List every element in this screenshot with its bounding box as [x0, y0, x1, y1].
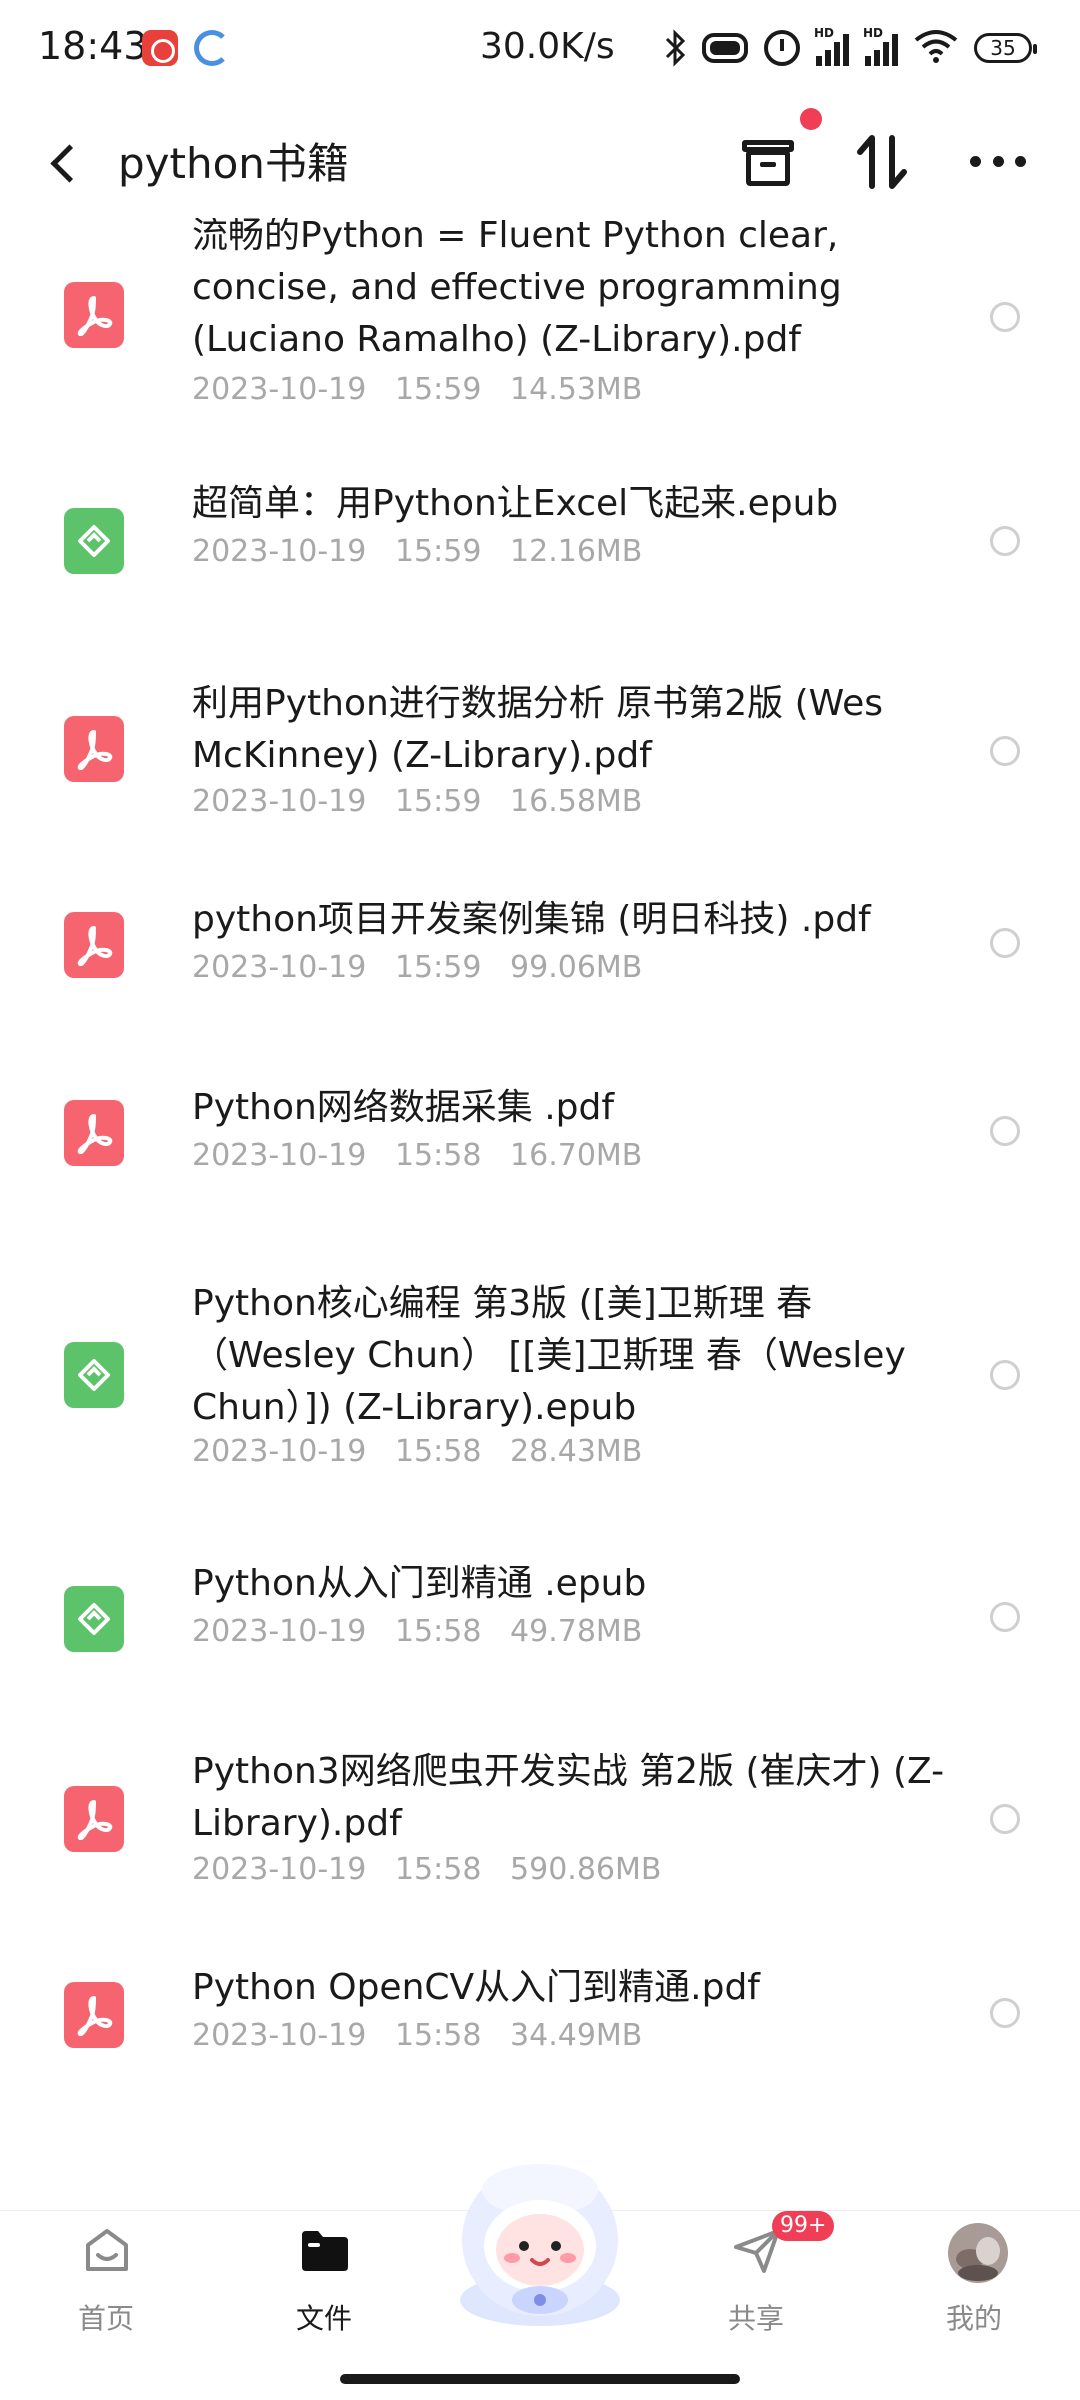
- file-meta: 2023-10-19 15:59 16.58MB: [192, 784, 643, 819]
- file-meta: 2023-10-19 15:58 34.49MB: [192, 2018, 643, 2053]
- epub-file-icon: [64, 1342, 124, 1408]
- file-meta: 2023-10-19 15:58 49.78MB: [192, 1614, 643, 1649]
- pdf-file-icon: [64, 912, 124, 978]
- folder-icon: [298, 2223, 352, 2277]
- pdf-file-icon: [64, 1786, 124, 1852]
- notification-dot: [800, 108, 822, 130]
- vibrate-mode-icon: [702, 33, 748, 63]
- back-button[interactable]: [40, 138, 90, 188]
- netease-music-icon: [142, 30, 178, 66]
- nav-files[interactable]: 文件: [254, 2211, 394, 2361]
- epub-file-icon: [64, 1586, 124, 1652]
- battery-icon: 35: [974, 33, 1037, 63]
- share-badge: 99+: [772, 2211, 835, 2241]
- signal-hd-label: HD: [814, 26, 835, 40]
- nav-home[interactable]: 首页: [36, 2211, 176, 2361]
- status-icons: HD HD 35: [664, 26, 1037, 68]
- nav-me-label: 我的: [945, 2302, 1002, 2335]
- select-checkbox[interactable]: [990, 736, 1020, 766]
- file-name: Python3网络爬虫开发实战 第2版 (崔庆才) (Z-Library).pd…: [192, 1751, 945, 1844]
- select-checkbox[interactable]: [990, 1360, 1020, 1390]
- file-meta: 2023-10-19 15:58 16.70MB: [192, 1138, 643, 1173]
- header: python书籍: [0, 108, 1080, 218]
- pdf-file-icon: [64, 282, 124, 348]
- pdf-file-icon: [64, 1982, 124, 2048]
- file-name: Python从入门到精通 .epub: [192, 1563, 647, 1604]
- app-notification-icon: [194, 30, 230, 66]
- nav-files-label: 文件: [295, 2302, 352, 2335]
- more-options-icon[interactable]: [970, 156, 1026, 170]
- select-checkbox[interactable]: [990, 302, 1020, 332]
- file-name: 超简单：用Python让Excel飞起来.epub: [192, 483, 839, 524]
- pdf-file-icon: [64, 1100, 124, 1166]
- alarm-icon: [764, 30, 800, 66]
- status-bar: 18:43 30.0K/s HD HD 35: [0, 0, 1080, 96]
- nav-share-label: 共享: [727, 2302, 784, 2335]
- epub-file-icon: [64, 508, 124, 574]
- network-speed: 30.0K/s: [480, 26, 615, 67]
- page-title: python书籍: [118, 139, 349, 188]
- nav-home-label: 首页: [77, 2302, 134, 2335]
- nav-me[interactable]: 我的: [904, 2211, 1044, 2361]
- status-time: 18:43: [38, 24, 148, 68]
- file-name: 利用Python进行数据分析 原书第2版 (Wes McKinney) (Z-L…: [192, 683, 884, 776]
- select-checkbox[interactable]: [990, 1116, 1020, 1146]
- select-checkbox[interactable]: [990, 928, 1020, 958]
- home-icon: [80, 2223, 134, 2277]
- archive-box-icon[interactable]: [740, 134, 796, 190]
- wifi-icon: [914, 28, 958, 68]
- signal-hd-label-2: HD: [863, 26, 884, 40]
- ai-assistant-mascot[interactable]: [440, 2150, 640, 2330]
- avatar: [948, 2223, 1008, 2283]
- bluetooth-icon: [664, 29, 686, 67]
- signal-icon-2: HD: [863, 26, 898, 66]
- file-name: Python核心编程 第3版 ([美]卫斯理 春（Wesley Chun） [[…: [192, 1283, 906, 1428]
- select-checkbox[interactable]: [990, 1998, 1020, 2028]
- home-indicator[interactable]: [340, 2374, 740, 2384]
- signal-icon: HD: [814, 26, 849, 66]
- select-checkbox[interactable]: [990, 1804, 1020, 1834]
- select-checkbox[interactable]: [990, 1602, 1020, 1632]
- file-meta: 2023-10-19 15:58 28.43MB: [192, 1434, 643, 1469]
- select-checkbox[interactable]: [990, 526, 1020, 556]
- file-list: 流畅的Python = Fluent Python clear, concise…: [0, 218, 1080, 2208]
- file-meta: 2023-10-19 15:59 14.53MB: [192, 372, 643, 407]
- sort-icon[interactable]: [854, 132, 910, 192]
- file-name: 流畅的Python = Fluent Python clear, concise…: [192, 218, 842, 360]
- file-meta: 2023-10-19 15:59 99.06MB: [192, 950, 643, 985]
- file-meta: 2023-10-19 15:58 590.86MB: [192, 1852, 662, 1887]
- file-name: Python网络数据采集 .pdf: [192, 1087, 615, 1128]
- file-meta: 2023-10-19 15:59 12.16MB: [192, 534, 643, 569]
- file-name: Python OpenCV从入门到精通.pdf: [192, 1967, 760, 2008]
- pdf-file-icon: [64, 716, 124, 782]
- file-name: python项目开发案例集锦 (明日科技) .pdf: [192, 899, 871, 940]
